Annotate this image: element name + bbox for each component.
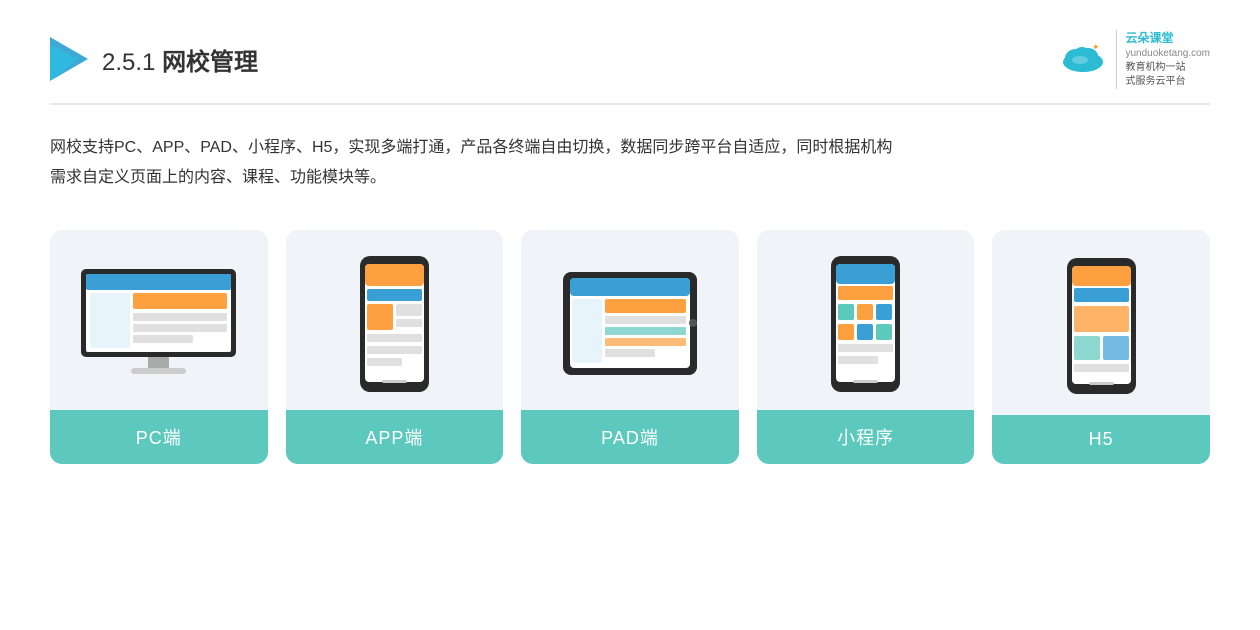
app-mockup-icon — [357, 254, 432, 394]
pad-mockup-icon — [560, 266, 700, 381]
card-pad: PAD端 — [521, 230, 739, 464]
card-mini-image — [757, 230, 975, 410]
triangle-logo-icon — [50, 37, 88, 81]
header-left: 2.5.1 网校管理 — [50, 37, 258, 81]
svg-text:✦: ✦ — [1092, 42, 1100, 52]
card-h5-label: H5 — [992, 415, 1210, 464]
card-mini: 小程序 — [757, 230, 975, 464]
card-app: APP端 — [286, 230, 504, 464]
card-pc-image — [50, 230, 268, 410]
card-pad-image — [521, 230, 739, 410]
page-wrapper: 2.5.1 网校管理 ✦ 云朵课堂 yunduoketang.com 教育机构一… — [0, 0, 1260, 630]
brand-logo-icon: ✦ — [1058, 40, 1108, 78]
card-app-image — [286, 230, 504, 410]
mini-mockup-icon — [828, 254, 903, 394]
description-text: 网校支持PC、APP、PAD、小程序、H5，实现多端打通，产品各终端自由切换，数… — [50, 133, 1210, 194]
header: 2.5.1 网校管理 ✦ 云朵课堂 yunduoketang.com 教育机构一… — [50, 30, 1210, 105]
card-h5: H5 — [992, 230, 1210, 464]
page-title: 2.5.1 网校管理 — [102, 42, 258, 77]
brand-text: 云朵课堂 yunduoketang.com 教育机构一站 式服务云平台 — [1116, 30, 1210, 89]
h5-mockup-icon — [1064, 256, 1139, 396]
card-mini-label: 小程序 — [757, 410, 975, 464]
brand-area: ✦ 云朵课堂 yunduoketang.com 教育机构一站 式服务云平台 — [1058, 30, 1210, 89]
device-cards-row: PC端 — [50, 230, 1210, 464]
card-pc-label: PC端 — [50, 410, 268, 464]
card-pad-label: PAD端 — [521, 410, 739, 464]
card-app-label: APP端 — [286, 410, 504, 464]
card-h5-image — [992, 230, 1210, 415]
card-pc: PC端 — [50, 230, 268, 464]
pc-mockup-icon — [76, 265, 241, 383]
